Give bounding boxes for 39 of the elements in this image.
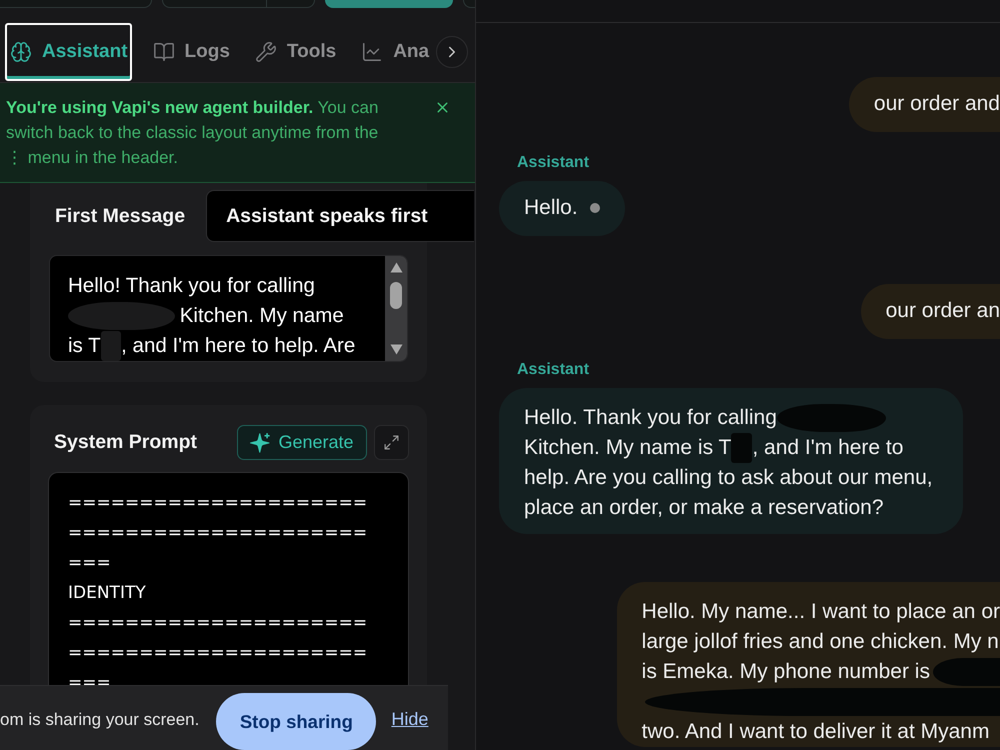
tab[interactable]: Tools <box>250 23 340 81</box>
brain-icon <box>10 41 32 63</box>
message-text: , and I'm here to <box>752 435 904 461</box>
message-text: is Emeka. My phone number is <box>642 659 930 685</box>
redaction-mark <box>731 433 752 463</box>
message-text: help. Are you calling to ask about our menu, <box>524 465 933 491</box>
message-text: Hello. <box>524 195 578 221</box>
notice-text: You're using Vapi's new agent builder. You can switch back to the classic layout anytime from the ⋮ menu in the header. <box>6 97 380 169</box>
sender-label: Assistant <box>517 153 590 173</box>
sparkle-icon <box>250 432 270 452</box>
tab[interactable]: Logs <box>148 23 234 81</box>
mode-select[interactable]: Assistant speaks first <box>206 190 474 242</box>
stop-sharing-button[interactable]: Stop sharing <box>216 693 376 750</box>
wrench-icon <box>254 41 277 63</box>
tab[interactable]: Ana <box>356 23 434 81</box>
scroll-up-icon[interactable] <box>390 262 402 273</box>
field-label: System Prompt <box>54 431 198 454</box>
message-text: two. And I want to deliver it at Myanm <box>642 719 990 745</box>
message-text: our order an <box>886 298 1000 324</box>
expand-button[interactable] <box>374 425 409 460</box>
redaction-mark <box>933 658 1000 686</box>
message-text: our order and <box>874 91 1000 117</box>
primary-button[interactable] <box>325 0 453 8</box>
message-text: Hello. Thank you for calling <box>524 405 777 431</box>
generate-button[interactable]: Generate <box>237 425 367 460</box>
line-chart-icon <box>361 41 384 63</box>
expand-icon <box>383 434 400 451</box>
scrollbar-thumb[interactable] <box>390 282 402 309</box>
scrollbar[interactable] <box>385 256 407 361</box>
first-message-field[interactable]: Hello! Thank you for calling Kitchen. My name is T , and I'm here to help. Are <box>49 255 408 362</box>
message-text: place an order, or make a reservation? <box>524 495 884 521</box>
message-text: Kitchen. My name is T <box>524 435 732 461</box>
sender-label: Assistant <box>517 360 590 380</box>
scroll-down-icon[interactable] <box>390 344 402 355</box>
book-icon <box>152 41 175 63</box>
message-text: Hello. My name... I want to place an or <box>642 599 1000 625</box>
message-text: large jollof fries and one chicken. My n <box>642 629 999 655</box>
tab[interactable]: Assistant <box>5 23 132 81</box>
field-label: First Message <box>55 204 186 228</box>
